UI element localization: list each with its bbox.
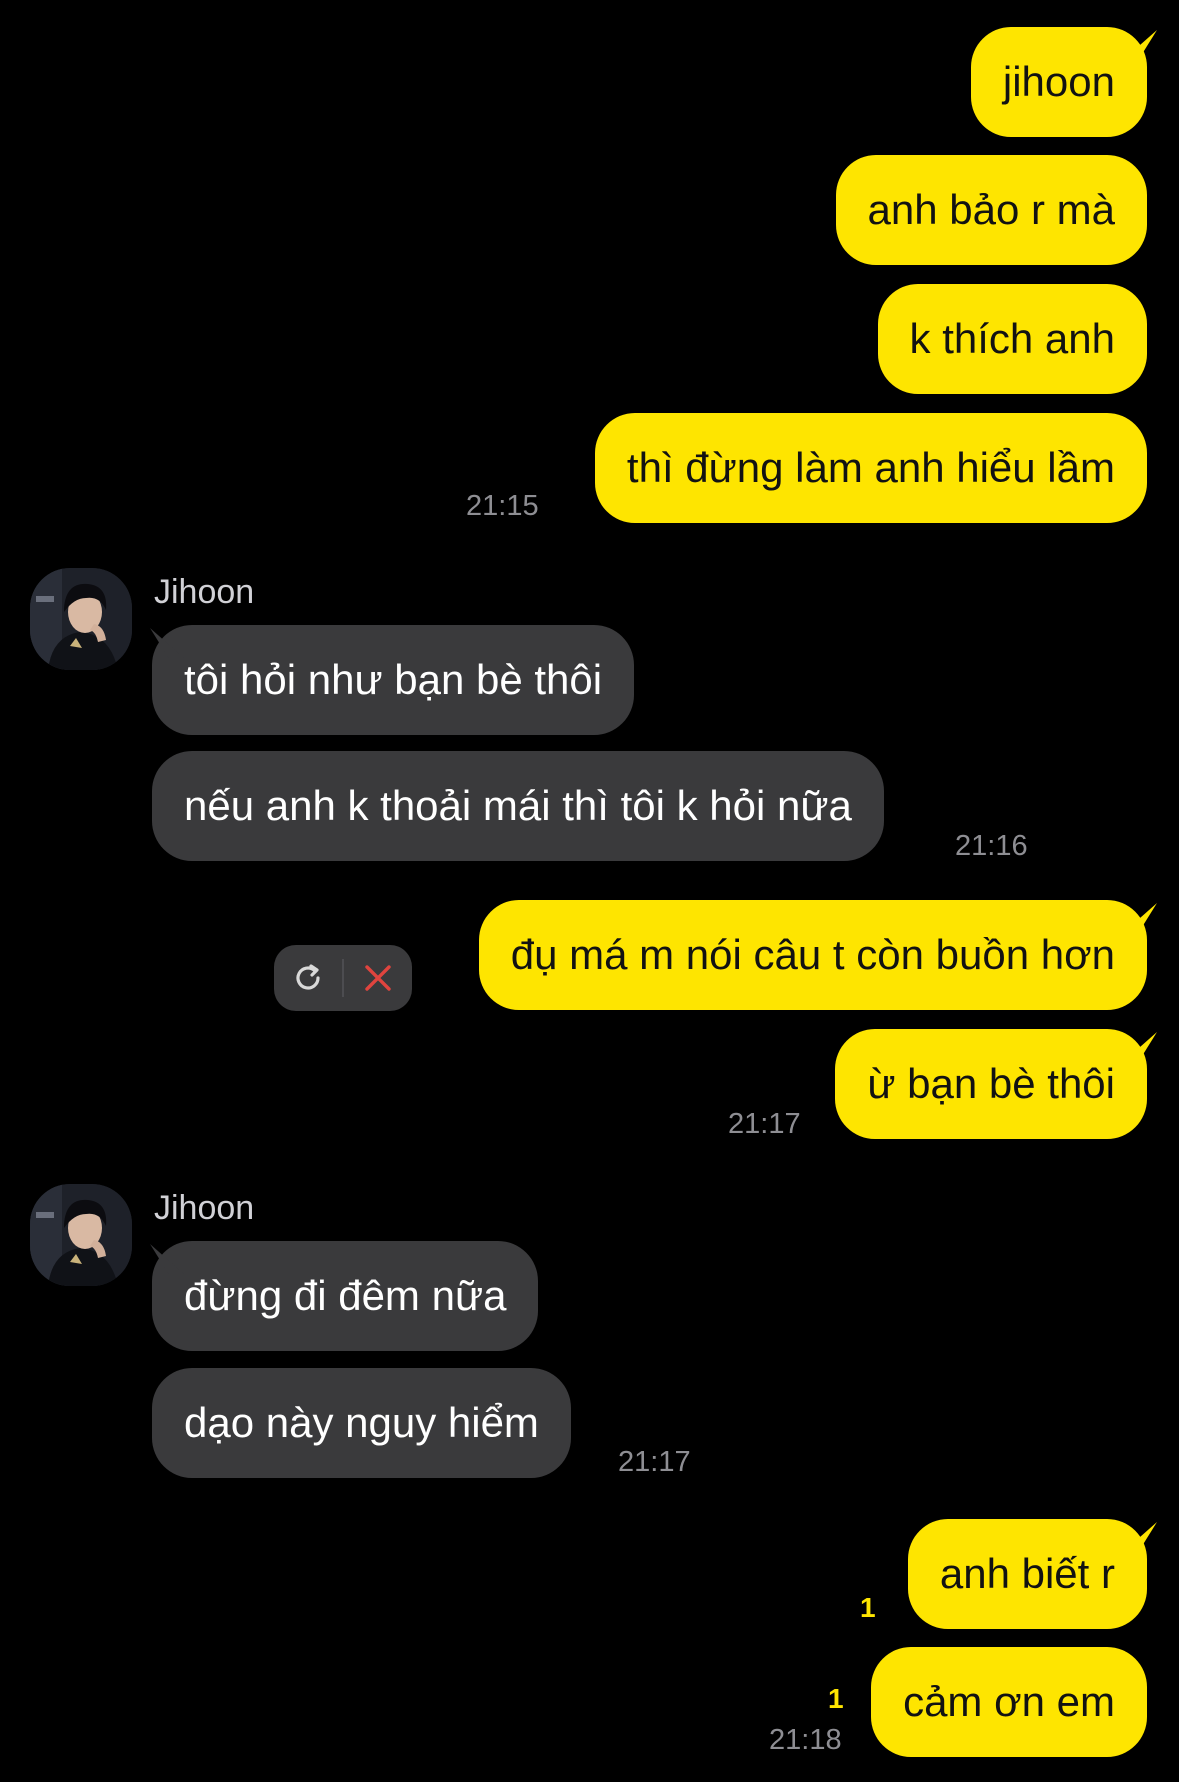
sender-name: Jihoon	[154, 1189, 255, 1227]
outgoing-message-bubble[interactable]: k thích anh	[877, 284, 1147, 394]
refresh-icon	[296, 964, 320, 990]
outgoing-message-bubble[interactable]: cảm ơn em	[871, 1647, 1147, 1757]
message-timestamp: 21:15	[466, 490, 539, 522]
sender-name: Jihoon	[154, 573, 255, 611]
outgoing-message-bubble[interactable]: jihoon	[970, 27, 1147, 137]
avatar-photo	[30, 568, 132, 670]
outgoing-message-bubble[interactable]: đụ má m nói câu t còn buồn hơn	[478, 900, 1147, 1010]
outgoing-message-bubble[interactable]: thì đừng làm anh hiểu lầm	[594, 413, 1147, 523]
failed-message-actions	[274, 945, 412, 1011]
message-timestamp: 21:18	[769, 1724, 842, 1756]
message-timestamp: 21:17	[728, 1108, 801, 1140]
close-x-icon	[365, 965, 391, 991]
incoming-message-bubble[interactable]: nếu anh k thoải mái thì tôi k hỏi nữa	[152, 751, 884, 861]
retry-button[interactable]	[274, 945, 342, 1011]
avatar[interactable]	[30, 1184, 132, 1286]
incoming-message-bubble[interactable]: đừng đi đêm nữa	[152, 1241, 539, 1351]
outgoing-message-bubble[interactable]: ừ bạn bè thôi	[835, 1029, 1147, 1139]
incoming-message-bubble[interactable]: dạo này nguy hiểm	[152, 1368, 571, 1478]
unread-count: 1	[828, 1683, 844, 1714]
unread-count: 1	[860, 1592, 876, 1623]
message-timestamp: 21:16	[955, 830, 1028, 862]
outgoing-message-bubble[interactable]: anh biết r	[907, 1519, 1147, 1629]
outgoing-message-bubble[interactable]: anh bảo r mà	[835, 155, 1147, 265]
incoming-message-bubble[interactable]: tôi hỏi như bạn bè thôi	[152, 625, 635, 735]
avatar[interactable]	[30, 568, 132, 670]
message-timestamp: 21:17	[618, 1446, 691, 1478]
avatar-photo	[30, 1184, 132, 1286]
delete-button[interactable]	[344, 945, 412, 1011]
